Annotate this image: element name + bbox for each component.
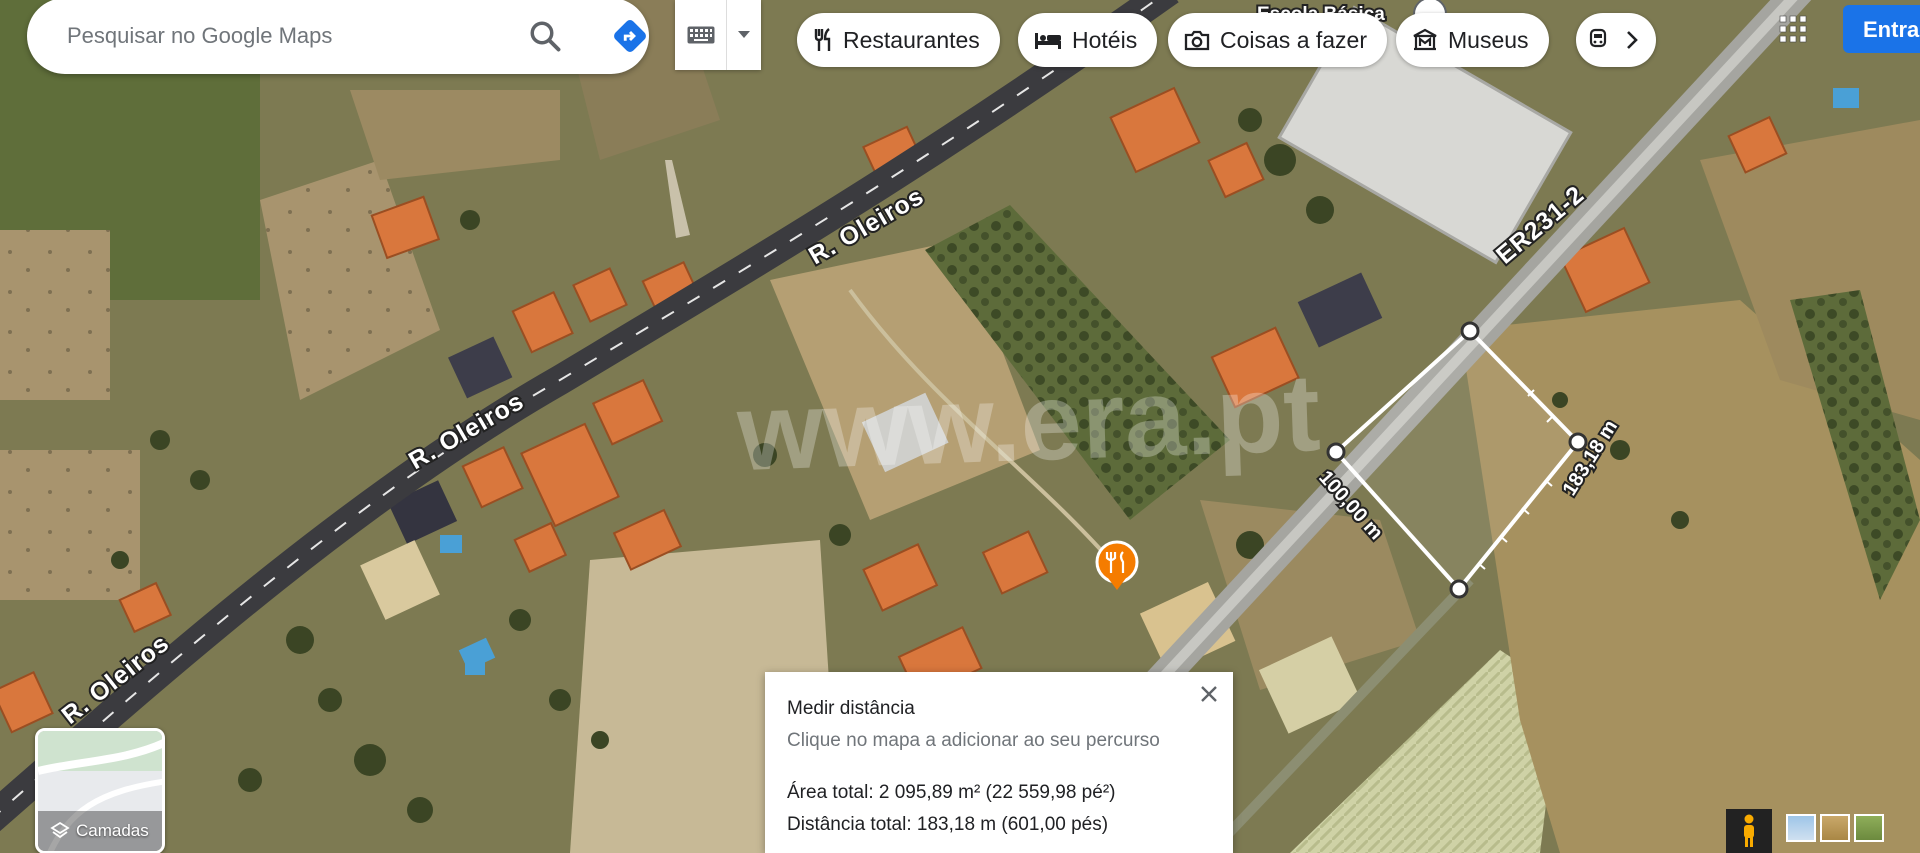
measure-total-area: Área total: 2 095,89 m² (22 559,98 pé²) <box>787 782 1116 803</box>
directions-icon[interactable] <box>611 17 649 55</box>
signin-button[interactable]: Entrar <box>1843 5 1920 53</box>
field <box>0 450 140 600</box>
chip-label: Restaurantes <box>843 26 980 53</box>
imagery-thumb[interactable] <box>1786 814 1816 842</box>
measure-hint: Clique no mapa a adicionar ao seu percur… <box>787 730 1160 751</box>
chevron-right-icon[interactable] <box>1625 30 1639 50</box>
chip-label: Coisas a fazer <box>1220 26 1368 53</box>
search-input[interactable] <box>67 23 497 49</box>
bed-icon <box>1035 33 1061 49</box>
fork-knife-icon <box>814 28 831 51</box>
layers-button[interactable]: Camadas <box>35 728 165 853</box>
chip-more[interactable] <box>1576 13 1656 67</box>
camera-icon <box>1184 30 1210 51</box>
chip-label: Museus <box>1448 26 1529 53</box>
search-box <box>27 0 649 74</box>
chip-restaurantes[interactable]: Restaurantes <box>797 13 1000 67</box>
imagery-thumb[interactable] <box>1820 814 1850 842</box>
measure-total-distance: Distância total: 183,18 m (601,00 pés) <box>787 814 1109 835</box>
field <box>0 230 110 400</box>
measure-distance-panel: Medir distância Clique no mapa a adicion… <box>765 672 1233 853</box>
chip-museus[interactable]: Museus <box>1396 13 1549 67</box>
transit-icon <box>1589 28 1607 48</box>
input-tools <box>675 0 761 70</box>
pegman-icon <box>1744 814 1754 847</box>
keyboard-icon[interactable] <box>675 0 727 70</box>
chip-hoteis[interactable]: Hotéis <box>1018 13 1158 67</box>
close-icon[interactable] <box>1197 682 1221 706</box>
imagery-thumb[interactable] <box>1854 814 1884 842</box>
chip-coisas-a-fazer[interactable]: Coisas a fazer <box>1168 13 1388 67</box>
watermark: www.era.pt <box>734 351 1322 494</box>
search-icon[interactable] <box>527 18 563 54</box>
pegman-button[interactable] <box>1726 809 1772 853</box>
imagery-thumbnails <box>1786 814 1884 842</box>
chevron-down-icon[interactable] <box>727 0 761 70</box>
measure-title: Medir distância <box>787 698 915 719</box>
layers-icon <box>50 821 70 839</box>
apps-grid-icon[interactable] <box>1778 14 1808 44</box>
layers-label: Camadas <box>76 821 149 840</box>
chip-label: Hotéis <box>1072 26 1138 53</box>
museum-icon <box>1413 28 1437 51</box>
